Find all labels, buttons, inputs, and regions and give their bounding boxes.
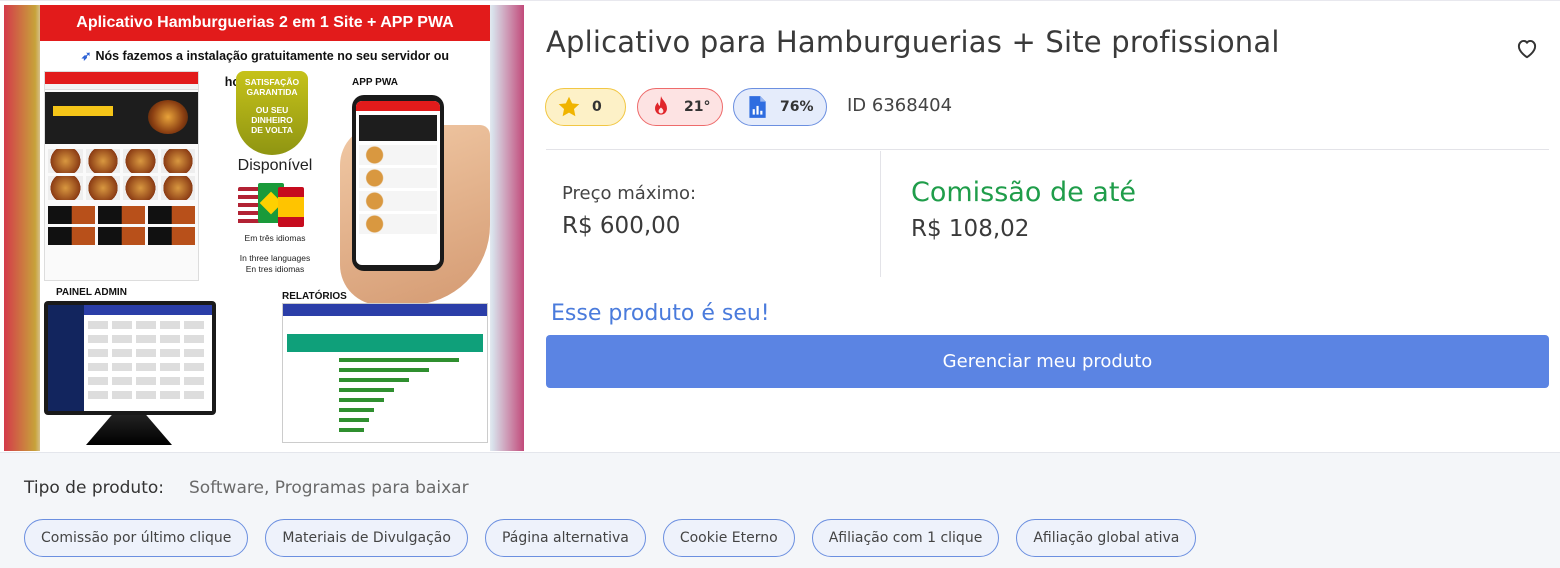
fire-icon <box>648 94 674 120</box>
product-type-label: Tipo de produto: <box>24 478 165 498</box>
rating-value: 0 <box>592 99 602 115</box>
website-mockup <box>44 71 199 281</box>
product-image[interactable]: Aplicativo Hamburguerias 2 em 1 Site + A… <box>40 5 490 451</box>
admin-panel-label: PAINEL ADMIN <box>56 287 127 298</box>
tag-eternal-cookie[interactable]: Cookie Eterno <box>662 519 795 557</box>
max-price-label: Preço máximo: <box>562 183 697 204</box>
section-divider <box>546 149 1549 150</box>
product-type-value: Software, Programas para baixar <box>189 478 469 498</box>
product-title: Aplicativo para Hamburguerias + Site pro… <box>546 25 1280 59</box>
feature-tags: Comissão por último clique Materiais de … <box>24 519 1197 557</box>
score-value: 76% <box>780 99 814 115</box>
lang-pt: Em três idiomas <box>244 233 306 243</box>
star-icon <box>556 94 582 120</box>
tag-global-affiliation[interactable]: Afiliação global ativa <box>1016 519 1197 557</box>
score-badge: 76% <box>733 88 827 126</box>
monitor-stand <box>86 415 172 445</box>
image-banner: Aplicativo Hamburguerias 2 em 1 Site + A… <box>40 5 490 41</box>
product-card: Aplicativo Hamburguerias 2 em 1 Site + A… <box>0 0 1560 568</box>
reports-mockup <box>282 303 488 443</box>
image-subline: ➶ Nós fazemos a instalação gratuitamente … <box>40 43 490 89</box>
lang-en: In three languages <box>239 253 311 263</box>
phone-mockup <box>352 95 444 271</box>
tag-alternative-page[interactable]: Página alternativa <box>484 519 646 557</box>
reports-label: RELATÓRIOS <box>282 291 347 302</box>
tag-promo-materials[interactable]: Materiais de Divulgação <box>265 519 468 557</box>
availability-heading: Disponível <box>237 157 313 174</box>
product-id: ID 6368404 <box>847 95 953 116</box>
rating-badge: 0 <box>545 88 626 126</box>
temperature-value: 21° <box>684 99 711 115</box>
guarantee-seal: SATISFAÇÃO GARANTIDA OU SEU DINHEIRO DE … <box>236 71 308 155</box>
heart-outline-icon[interactable] <box>1514 35 1540 61</box>
tag-one-click-affiliation[interactable]: Afiliação com 1 clique <box>811 519 1000 557</box>
owner-message: Esse produto é seu! <box>551 301 770 326</box>
lang-es: En tres idiomas <box>245 264 305 274</box>
commission-label: Comissão de até <box>911 177 1137 208</box>
document-chart-icon <box>744 94 770 120</box>
product-meta-footer: Tipo de produto: Software, Programas par… <box>0 452 1560 568</box>
app-pwa-label: APP PWA <box>352 77 398 88</box>
manage-product-button[interactable]: Gerenciar meu produto <box>546 335 1549 388</box>
temperature-badge: 21° <box>637 88 723 126</box>
language-flags <box>238 183 304 227</box>
admin-monitor-mockup <box>44 301 216 415</box>
rocket-icon: ➶ <box>80 49 92 63</box>
tag-last-click-commission[interactable]: Comissão por último clique <box>24 519 249 557</box>
max-price-value: R$ 600,00 <box>562 213 681 239</box>
commission-value: R$ 108,02 <box>911 216 1030 242</box>
column-divider <box>880 151 881 277</box>
spain-flag-icon <box>278 187 304 227</box>
